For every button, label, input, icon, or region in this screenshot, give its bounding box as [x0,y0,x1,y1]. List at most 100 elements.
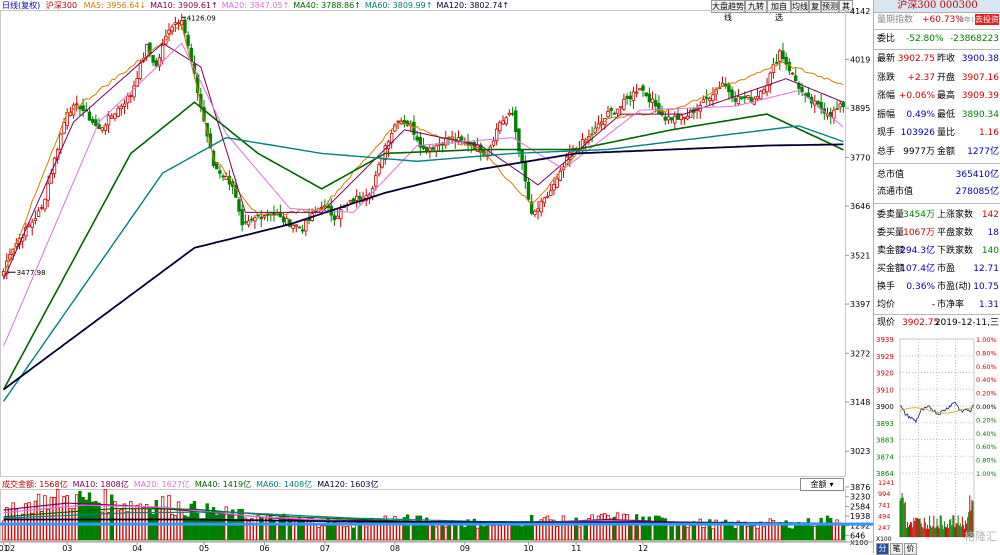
volume-bar [533,525,537,541]
volume-bar [87,492,92,541]
intraday-chart[interactable]: 3939 3929 3920 3910 3900 3893 3883 3874 3864 1.00… [874,333,1000,543]
volume-bar [320,525,324,541]
volume-bar [657,515,661,541]
intraday-pct-label: 0.60% [976,443,997,451]
volume-bar [841,523,846,541]
candle-body [832,109,836,119]
candle-body [36,210,41,217]
volume-bar [619,523,623,541]
quote-value: 107.4亿 [900,264,935,274]
candle-body [154,60,158,67]
weibi-diff: -23868223 [949,34,999,44]
intraday-tab[interactable]: 分 [876,543,889,555]
candle-body [304,220,308,232]
volume-legend-item: 成交金额: 1568亿 [2,480,68,489]
intraday-pct-label: 0.20% [976,390,997,398]
x-tick-label: 08 [390,544,400,553]
quote-label-2: 下跌家数 [937,246,974,256]
volume-bar [122,503,127,541]
volume-bar [97,502,101,541]
candle-body [75,103,79,106]
volume-legend: 成交金额: 1568亿 MA10: 1808亿 MA20: 1627亿 MA40: 1… [2,479,383,490]
volume-bar [78,490,82,541]
quote-value-2: 140 [981,246,999,256]
quote-label-2: 开盘 [937,72,956,83]
candle-body [138,62,143,79]
price-tick-label: 3272 [850,349,870,358]
volume-bar [590,514,594,541]
candle-body [81,105,85,111]
x-tick-label: 11 [571,544,581,553]
volume-bar [40,511,44,541]
candle-body [514,110,518,133]
candle-body [291,224,295,229]
volume-bar [634,514,639,541]
candle-body [167,29,171,34]
quote-value: 103926 [900,128,935,138]
candle-body [841,102,846,108]
quote-label-2: 市净率 [937,300,965,310]
volume-bar [669,526,674,541]
chevron-down-icon: ▾ [829,480,834,489]
candle-body [125,95,130,104]
quote-value: +2.37 [907,72,935,83]
intraday-tab[interactable]: 笔 [890,543,903,555]
candle-body [806,92,811,98]
candle-body [459,136,464,141]
intraday-pct-label: 1.00% [976,336,997,344]
volume-bar [310,518,314,541]
volume-bar [300,518,305,541]
candle-body [358,196,362,200]
quote-row: 委买量 1067万 平盘家数 18 [874,225,1000,242]
volume-bar [603,513,607,541]
candle-body [647,93,652,103]
quote-label: 现手 [877,128,896,138]
volume-bar [746,525,750,541]
invest-button[interactable]: 去投资 [975,14,999,25]
candle-body [116,107,120,117]
candle-body [510,112,515,115]
quote-value-2: 1.31 [978,300,999,310]
candle-body [94,119,98,126]
intraday-tab[interactable]: 价 [904,543,917,555]
candle-body [498,121,502,132]
volume-bar [215,514,219,541]
volume-bar [129,501,133,541]
price-frame [0,10,846,477]
candle-body [800,87,804,92]
volume-dropdown[interactable]: 金额 ▾ [800,478,844,491]
candle-body [243,221,248,224]
price-tick-label: 3023 [850,447,870,456]
intraday-price-label: 3900 [876,403,894,411]
volume-bar [790,528,795,541]
now-date: 2019-12-11,三 [934,318,999,328]
quote-row: 现手 103926 量比 1.16 [874,125,1000,142]
quote-value-2: 1.16 [978,128,999,138]
volume-unit-label: X100 [850,539,868,547]
intraday-pct-label: 0.20% [976,416,997,424]
volume-legend-item: MA20: 1627亿 [133,480,190,489]
candlestick-chart[interactable]: 4142 4019 3895 3770 3646 3521 3397 3272 3148 3023… [0,0,873,553]
volume-bar [195,512,200,541]
quote-value: 0.49% [906,109,935,120]
quote-label: 换手 [877,282,896,292]
quote-value: 0.36% [906,282,935,292]
candle-body [838,103,842,108]
candle-body [46,183,50,201]
volume-bar [463,526,467,541]
quote-label-2: 最低 [937,109,956,120]
volume-bar [428,524,432,541]
price-tick-label: 4019 [850,55,870,64]
quote-value-2: 3907.16 [961,72,999,83]
candle-body [634,91,639,94]
volume-bar [288,518,292,541]
candle-body [523,160,527,182]
candle-body [129,95,133,97]
volume-bar [345,526,349,541]
intraday-price-label: 3929 [876,353,894,361]
volume-bar [542,517,547,541]
volume-dropdown-label: 金额 [810,480,827,489]
volume-bar [507,524,512,541]
volume-bar [749,525,753,541]
volume-bar [456,522,461,541]
